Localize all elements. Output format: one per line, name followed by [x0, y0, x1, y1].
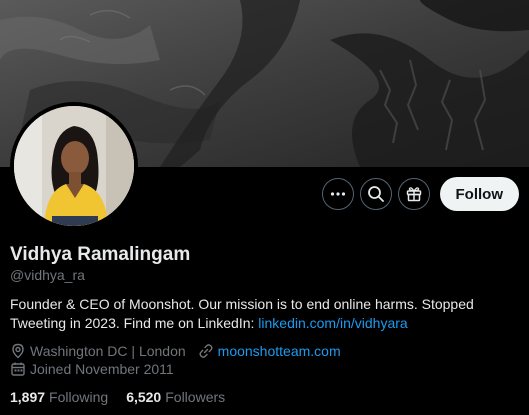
more-button[interactable]	[321, 178, 354, 210]
profile-meta-row: Washington DC | London moonshotteam.com	[10, 343, 341, 359]
bio-linkedin-link[interactable]: linkedin.com/in/vidhyara	[258, 315, 407, 331]
search-button[interactable]	[359, 178, 392, 210]
profile-location: Washington DC | London	[30, 343, 186, 359]
following-link[interactable]: 1,897 Following	[10, 389, 108, 405]
profile-joined-row: Joined November 2011	[10, 361, 174, 377]
search-icon	[367, 186, 384, 202]
calendar-icon	[10, 361, 26, 377]
profile-joined-date: Joined November 2011	[30, 361, 174, 377]
profile-name: Vidhya Ramalingam	[10, 244, 191, 265]
profile-avatar[interactable]	[10, 102, 138, 230]
follow-button[interactable]: Follow	[439, 177, 519, 211]
profile-handle: @vidhya_ra	[10, 267, 85, 283]
subscribe-button[interactable]	[397, 178, 430, 210]
followers-label: Followers	[165, 389, 226, 405]
profile-stats: 1,897 Following 6,520 Followers	[10, 389, 243, 405]
more-icon	[330, 192, 345, 196]
following-count: 1,897	[10, 389, 46, 405]
profile-actions: Follow	[321, 177, 519, 211]
link-icon	[198, 343, 214, 359]
following-label: Following	[49, 389, 109, 405]
followers-link[interactable]: 6,520 Followers	[126, 389, 225, 405]
location-icon	[10, 343, 26, 359]
profile-website-link[interactable]: moonshotteam.com	[218, 343, 341, 359]
followers-count: 6,520	[126, 389, 162, 405]
gift-icon	[406, 187, 421, 202]
profile-bio: Founder & CEO of Moonshot. Our mission i…	[10, 295, 515, 333]
avatar-image	[14, 106, 134, 226]
